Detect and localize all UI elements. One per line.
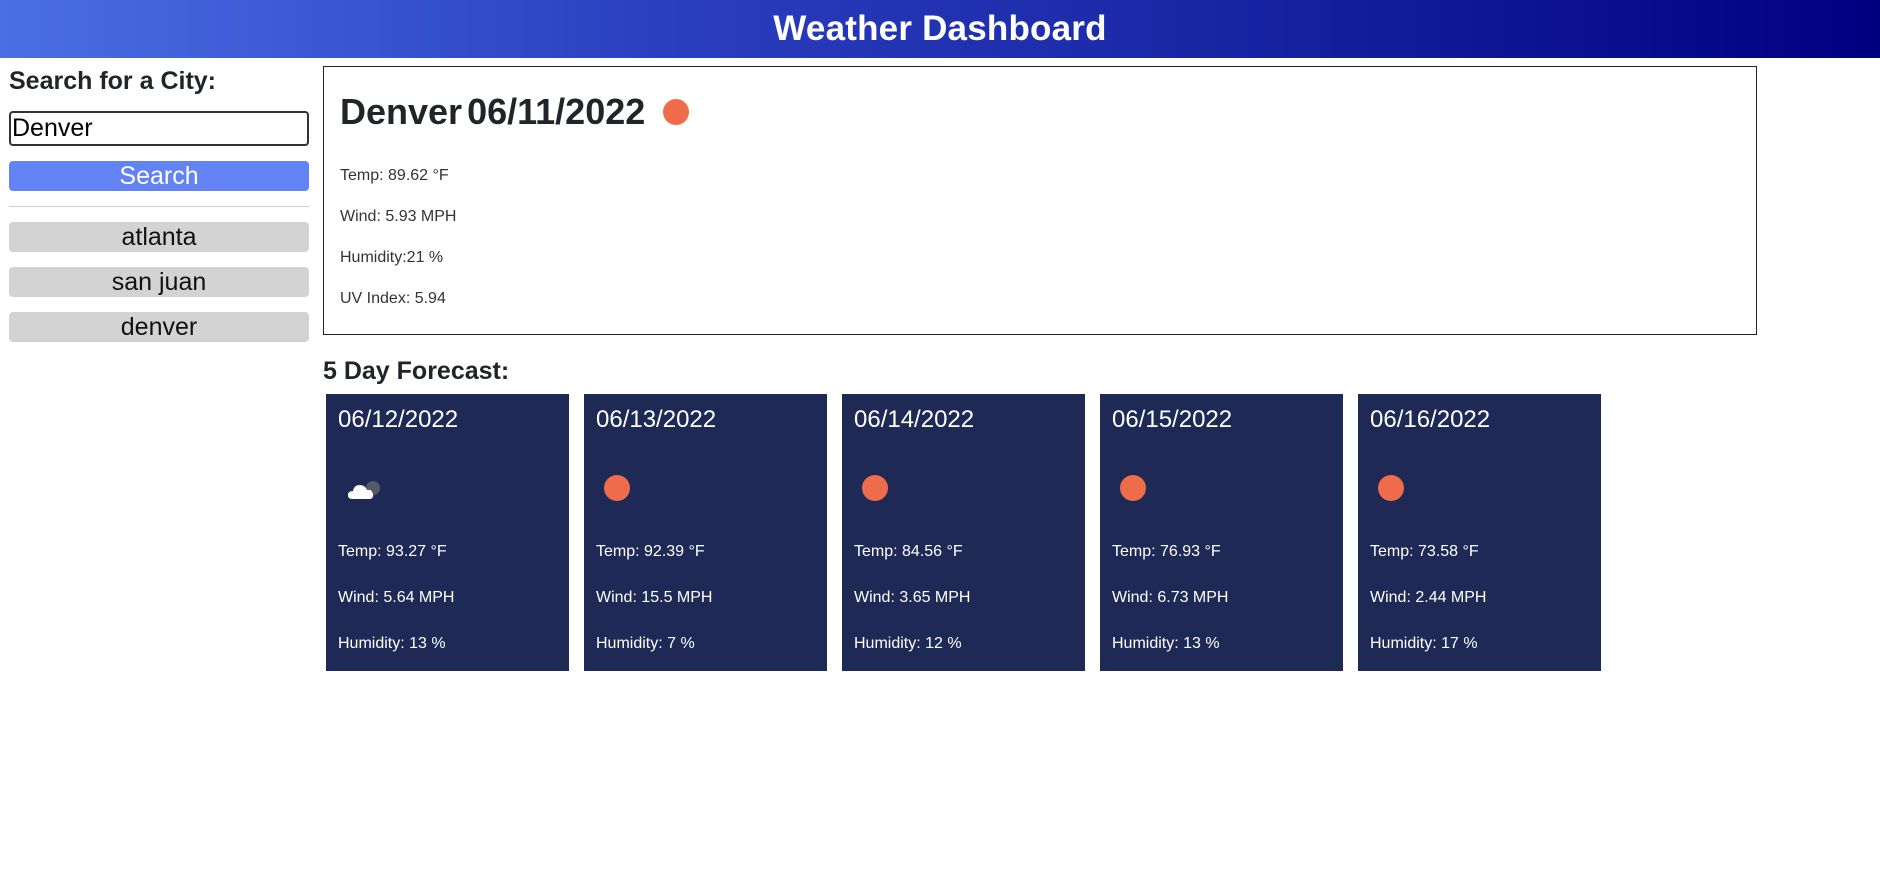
forecast-humidity: Humidity: 13 % [338, 635, 446, 652]
forecast-date: 06/14/2022 [854, 406, 975, 433]
search-history: atlanta san juan denver [9, 222, 309, 357]
city-search-input[interactable] [9, 111, 309, 146]
forecast-date: 06/15/2022 [1112, 406, 1233, 433]
sun-icon [1378, 475, 1404, 501]
current-stats: Temp: 89.62 °F Wind: 5.93 MPH Humidity:2… [340, 166, 456, 330]
current-weather-heading: Denver 06/11/2022 [340, 91, 690, 133]
search-button[interactable]: Search [9, 161, 309, 191]
sun-icon [1120, 475, 1146, 501]
forecast-date: 06/13/2022 [596, 406, 717, 433]
current-temp: Temp: 89.62 °F [340, 167, 449, 184]
current-city: Denver [340, 91, 463, 132]
current-date: 06/11/2022 [467, 91, 646, 132]
forecast-wind: Wind: 3.65 MPH [854, 589, 971, 606]
search-heading: Search for a City: [9, 67, 217, 95]
forecast-card: 06/15/2022 Temp: 76.93 °F Wind: 6.73 MPH… [1100, 394, 1343, 671]
sun-icon [663, 99, 690, 125]
app-header: Weather Dashboard [0, 0, 1880, 58]
forecast-temp: Temp: 76.93 °F [1112, 543, 1221, 560]
current-humidity: Humidity:21 % [340, 249, 444, 266]
sun-icon [862, 475, 888, 501]
forecast-wind: Wind: 2.44 MPH [1370, 589, 1487, 606]
forecast-wind: Wind: 5.64 MPH [338, 589, 455, 606]
partly-cloudy-icon [346, 475, 380, 501]
sidebar: Search for a City: Search atlanta san ju… [9, 66, 309, 342]
forecast-temp: Temp: 84.56 °F [854, 543, 963, 560]
current-weather-panel: Denver 06/11/2022 Temp: 89.62 °F Wind: 5… [323, 66, 1757, 335]
current-wind: Wind: 5.93 MPH [340, 208, 457, 225]
forecast-humidity: Humidity: 13 % [1112, 635, 1220, 652]
forecast-temp: Temp: 93.27 °F [338, 543, 447, 560]
forecast-date: 06/12/2022 [338, 406, 459, 433]
forecast-humidity: Humidity: 17 % [1370, 635, 1478, 652]
forecast-heading: 5 Day Forecast: [323, 357, 510, 385]
history-button-atlanta[interactable]: atlanta [9, 222, 309, 252]
history-button-denver[interactable]: denver [9, 312, 309, 342]
forecast-card: 06/12/2022 Temp: 93.27 °F Wind: 5.64 MPH… [326, 394, 569, 671]
current-uv-index: UV Index: 5.94 [340, 290, 446, 307]
forecast-card: 06/13/2022 Temp: 92.39 °F Wind: 15.5 MPH… [584, 394, 827, 671]
sidebar-divider [9, 206, 309, 207]
forecast-wind: Wind: 15.5 MPH [596, 589, 713, 606]
forecast-temp: Temp: 92.39 °F [596, 543, 705, 560]
forecast-wind: Wind: 6.73 MPH [1112, 589, 1229, 606]
history-button-san-juan[interactable]: san juan [9, 267, 309, 297]
forecast-temp: Temp: 73.58 °F [1370, 543, 1479, 560]
forecast-card: 06/14/2022 Temp: 84.56 °F Wind: 3.65 MPH… [842, 394, 1085, 671]
page-title: Weather Dashboard [773, 9, 1107, 48]
sun-icon [604, 475, 630, 501]
forecast-humidity: Humidity: 12 % [854, 635, 962, 652]
forecast-humidity: Humidity: 7 % [596, 635, 695, 652]
forecast-card: 06/16/2022 Temp: 73.58 °F Wind: 2.44 MPH… [1358, 394, 1601, 671]
forecast-row: 06/12/2022 Temp: 93.27 °F Wind: 5.64 MPH… [326, 394, 1726, 672]
forecast-date: 06/16/2022 [1370, 406, 1491, 433]
